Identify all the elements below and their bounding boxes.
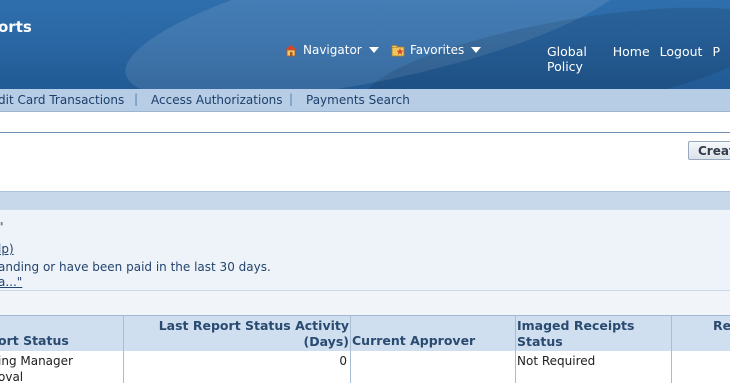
tab-access-authorizations[interactable]: Access Authorizations — [151, 93, 283, 107]
subtab-bar: dit Card Transactions | Access Authoriza… — [0, 89, 730, 112]
preferences-link[interactable]: P — [712, 44, 720, 74]
tab-credit-card-transactions[interactable]: dit Card Transactions — [0, 93, 124, 107]
favorites-label: Favorites — [410, 43, 465, 57]
info-region-footer — [0, 291, 730, 315]
col-imaged-line2: Status — [517, 334, 563, 349]
chevron-down-icon — [368, 47, 379, 53]
column-divider — [671, 351, 672, 383]
global-policy-link[interactable]: Global Policy — [547, 44, 603, 74]
col-imaged-line1: Imaged Receipts — [517, 318, 635, 333]
column-divider — [515, 351, 516, 383]
column-divider — [515, 316, 516, 351]
col-last-activity-line1: Last Report Status Activity — [158, 318, 349, 333]
favorites-icon — [391, 44, 405, 57]
col-current-approver[interactable]: Current Approver — [352, 333, 475, 349]
col-last-activity[interactable]: Last Report Status Activity (Days) — [124, 318, 349, 350]
navigator-menu[interactable]: Navigator — [284, 43, 379, 57]
info-text-3: anding or have been paid in the last 30 … — [0, 260, 271, 274]
help-link-text[interactable]: lp) — [0, 242, 14, 256]
tab-separator: | — [289, 92, 294, 106]
cell-imaged-status: Not Required — [517, 354, 596, 368]
table-header: ort Status Last Report Status Activity (… — [0, 315, 730, 352]
cell-report-status: ing Manager oval — [0, 353, 73, 385]
tab-payments-search[interactable]: Payments Search — [306, 93, 410, 107]
column-divider — [123, 316, 124, 351]
info-region: " lp) anding or have been paid in the la… — [0, 210, 730, 291]
home-icon — [284, 44, 298, 57]
home-link[interactable]: Home — [613, 44, 650, 74]
app-title: orts — [0, 18, 32, 36]
navigator-label: Navigator — [303, 43, 362, 57]
column-divider — [350, 351, 351, 383]
global-header: orts Navigator Favorites Global Policy H… — [0, 0, 730, 89]
page-divider — [0, 132, 730, 133]
cell-days: 0 — [339, 354, 347, 368]
col-report-status[interactable]: ort Status — [0, 333, 69, 349]
section-header-band — [0, 191, 730, 210]
more-link-text[interactable]: a..." — [0, 275, 22, 289]
col-re[interactable]: Re — [713, 318, 730, 334]
info-text-1: " — [0, 220, 4, 234]
global-links: Global Policy Home Logout P — [547, 44, 730, 74]
help-link[interactable]: lp) — [0, 242, 14, 256]
tab-separator: | — [134, 92, 139, 106]
column-divider — [350, 316, 351, 351]
table-row[interactable]: ing Manager oval 0 Not Required — [0, 351, 730, 385]
favorites-menu[interactable]: Favorites — [391, 43, 482, 57]
col-last-activity-line2: (Days) — [303, 334, 349, 349]
col-imaged-receipts[interactable]: Imaged Receipts Status — [517, 318, 634, 350]
logout-link[interactable]: Logout — [660, 44, 703, 74]
column-divider — [671, 316, 672, 351]
cell-status-line1: ing Manager — [0, 354, 73, 368]
column-divider — [123, 351, 124, 383]
more-link[interactable]: a..." — [0, 275, 22, 289]
chevron-down-icon — [471, 47, 482, 53]
create-button[interactable]: Creat — [688, 141, 730, 160]
